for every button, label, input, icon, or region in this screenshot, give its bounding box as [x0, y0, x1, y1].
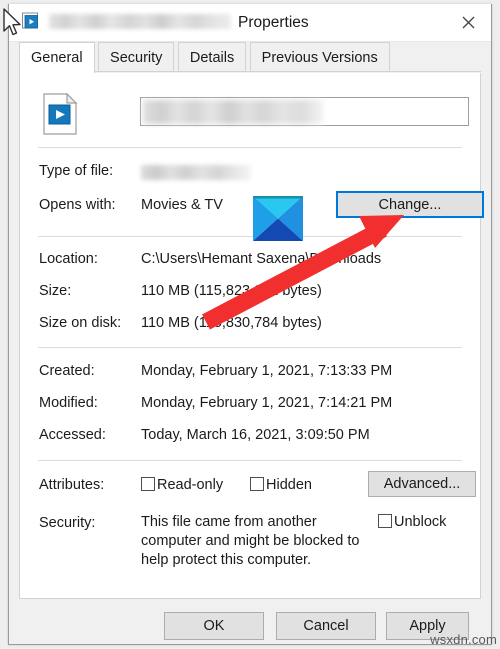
- tab-general[interactable]: General: [19, 42, 95, 73]
- tab-security[interactable]: Security: [98, 42, 175, 72]
- divider-2: [38, 236, 462, 237]
- created-label: Created:: [39, 363, 95, 379]
- security-message: This file came from another computer and…: [141, 514, 360, 568]
- opens-with-label: Opens with:: [39, 197, 116, 213]
- divider-4: [38, 460, 462, 461]
- unblock-label: Unblock: [394, 514, 447, 530]
- apply-button[interactable]: Apply: [386, 612, 469, 640]
- file-name-redaction: [143, 100, 323, 124]
- modified-label: Modified:: [39, 395, 98, 411]
- ok-button[interactable]: OK: [164, 612, 264, 640]
- location-label: Location:: [39, 251, 98, 267]
- advanced-button[interactable]: Advanced...: [368, 471, 476, 497]
- location-value: C:\Users\Hemant Saxena\Downloads: [141, 251, 382, 267]
- change-button[interactable]: Change...: [336, 191, 484, 218]
- opens-with-value: Movies & TV: [141, 197, 223, 213]
- title-bar: Properties: [9, 4, 491, 42]
- hidden-checkbox-box[interactable]: [250, 477, 264, 491]
- read-only-checkbox-box[interactable]: [141, 477, 155, 491]
- created-value: Monday, February 1, 2021, 7:13:33 PM: [141, 363, 393, 379]
- type-of-file-redaction: [141, 165, 251, 180]
- accessed-value: Today, March 16, 2021, 3:09:50 PM: [141, 427, 370, 443]
- size-value: 110 MB (115,823,022 bytes): [141, 283, 322, 299]
- title-redaction: [49, 14, 231, 29]
- tab-details[interactable]: Details: [177, 42, 247, 72]
- cancel-button[interactable]: Cancel: [276, 612, 376, 640]
- window-title: Properties: [49, 4, 309, 42]
- file-name-field[interactable]: [140, 97, 469, 126]
- video-file-icon: [21, 12, 41, 32]
- hidden-checkbox[interactable]: Hidden: [250, 476, 312, 494]
- tab-previous-versions[interactable]: Previous Versions: [249, 42, 390, 72]
- accessed-label: Accessed:: [39, 427, 106, 443]
- read-only-checkbox[interactable]: Read-only: [141, 476, 223, 494]
- close-button[interactable]: [445, 4, 491, 41]
- hidden-label: Hidden: [266, 477, 312, 493]
- properties-dialog: Properties General Security Details Prev…: [8, 4, 492, 645]
- type-of-file-label: Type of file:: [39, 163, 114, 179]
- size-on-disk-label: Size on disk:: [39, 315, 122, 331]
- security-label: Security:: [39, 515, 96, 531]
- unblock-checkbox[interactable]: Unblock: [378, 513, 446, 531]
- unblock-checkbox-box[interactable]: [378, 514, 392, 528]
- tab-strip: General Security Details Previous Versio…: [9, 42, 491, 73]
- general-tab-pane: Type of file: Opens with: Movies & TV Ch…: [19, 73, 484, 599]
- size-on-disk-value: 110 MB (115,830,784 bytes): [141, 315, 322, 331]
- read-only-label: Read-only: [157, 477, 224, 493]
- window-title-suffix: Properties: [238, 14, 309, 31]
- divider-3: [38, 347, 462, 348]
- size-label: Size:: [39, 283, 72, 299]
- modified-value: Monday, February 1, 2021, 7:14:21 PM: [141, 395, 393, 411]
- attributes-label: Attributes:: [39, 477, 105, 493]
- file-type-icon: [42, 92, 78, 135]
- close-icon: [462, 16, 474, 29]
- divider-1: [38, 147, 462, 148]
- screenshot-root: Properties General Security Details Prev…: [0, 0, 500, 649]
